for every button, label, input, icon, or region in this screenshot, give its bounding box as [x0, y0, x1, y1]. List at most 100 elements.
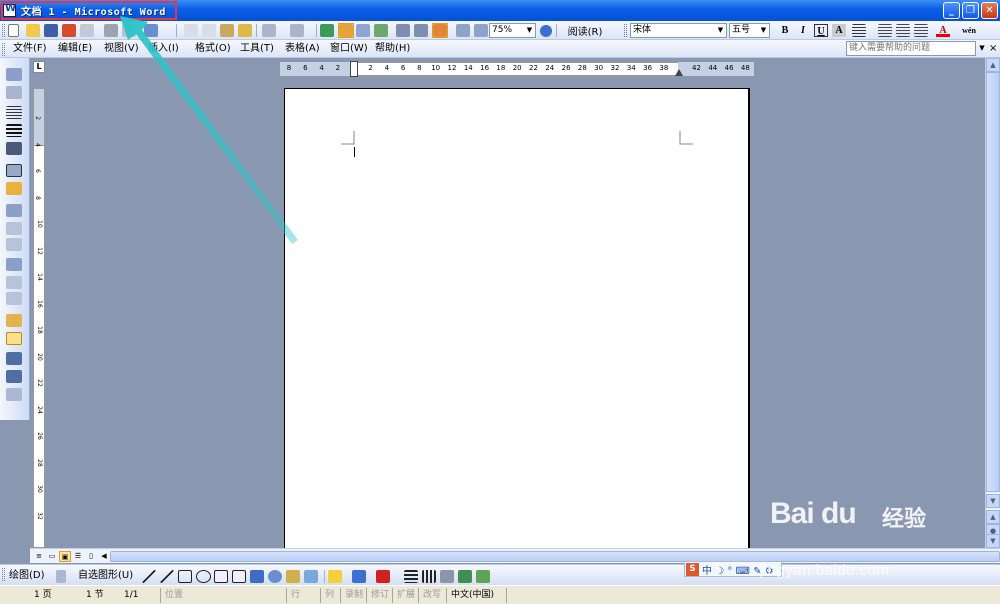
- read-mode-button[interactable]: 阅读(R): [560, 23, 610, 38]
- web-view-icon[interactable]: ▭: [46, 551, 58, 562]
- vertical-scrollbar[interactable]: ▲ ▼ ▲ ● ▼: [985, 58, 1000, 548]
- indent-marker[interactable]: [350, 61, 358, 77]
- menu-edit[interactable]: 编辑(E): [58, 42, 92, 56]
- scroll-left-icon[interactable]: ◀: [98, 551, 110, 562]
- email-icon[interactable]: [80, 23, 94, 38]
- outline-view-icon[interactable]: ☰: [72, 551, 84, 562]
- fill-color-icon[interactable]: [328, 569, 342, 584]
- help-search-input[interactable]: 键入需要帮助的问题: [846, 41, 976, 56]
- menu-window[interactable]: 窗口(W): [330, 42, 368, 56]
- print-preview-icon[interactable]: [122, 23, 136, 38]
- line-color-icon[interactable]: [352, 569, 366, 584]
- picture-icon[interactable]: [304, 569, 318, 584]
- chevron-down-icon[interactable]: ▼: [977, 41, 987, 56]
- 3d-style-icon[interactable]: [476, 569, 490, 584]
- chevron-down-icon[interactable]: ▼: [759, 25, 768, 36]
- redo-icon[interactable]: [290, 23, 304, 38]
- line-style-icon[interactable]: [404, 569, 418, 584]
- align-cell-icon[interactable]: [6, 258, 22, 271]
- menubar-grip[interactable]: [2, 43, 5, 56]
- save-icon[interactable]: [44, 23, 58, 38]
- autoshapes-button[interactable]: 自选图形(U): [78, 569, 133, 582]
- arrow-icon[interactable]: [160, 569, 174, 584]
- copy-icon[interactable]: [202, 23, 216, 38]
- show-hide-icon[interactable]: [456, 23, 470, 38]
- shadow-style-icon[interactable]: [458, 569, 472, 584]
- normal-view-icon[interactable]: ≡: [33, 551, 45, 562]
- scroll-thumb[interactable]: [986, 72, 1000, 492]
- insert-table-icon[interactable]: [356, 23, 370, 38]
- chevron-down-icon[interactable]: ▼: [525, 25, 534, 36]
- pilcrow-icon[interactable]: [474, 23, 488, 38]
- sort-descending-icon[interactable]: [6, 370, 22, 383]
- print-layout-icon[interactable]: ▣: [59, 551, 71, 562]
- menu-file[interactable]: 文件(F): [13, 42, 47, 56]
- font-color-button[interactable]: A: [936, 24, 950, 37]
- drawing-icon[interactable]: [414, 23, 428, 38]
- document-close-button[interactable]: ×: [989, 40, 997, 58]
- cut-icon[interactable]: [184, 23, 198, 38]
- numbering-icon[interactable]: [878, 23, 892, 38]
- menu-help[interactable]: 帮助(H): [375, 42, 410, 56]
- new-document-icon[interactable]: [8, 23, 19, 38]
- document-map-icon[interactable]: [432, 23, 448, 38]
- document-page[interactable]: [284, 88, 750, 549]
- merge-cells-icon[interactable]: [6, 222, 22, 235]
- status-extend[interactable]: 扩展: [392, 588, 418, 603]
- undo-icon[interactable]: [262, 23, 276, 38]
- reading-layout-icon[interactable]: ▯: [85, 551, 97, 562]
- vertical-ruler[interactable]: [33, 88, 45, 548]
- dash-style-icon[interactable]: [422, 569, 436, 584]
- format-painter-icon[interactable]: [238, 23, 252, 38]
- horizontal-scroll-thumb[interactable]: [110, 551, 1000, 562]
- right-indent-marker[interactable]: [675, 69, 683, 76]
- font-name-select[interactable]: 宋体 ▼: [630, 23, 727, 38]
- status-overtype[interactable]: 改写: [418, 588, 444, 603]
- close-button[interactable]: ✕: [981, 2, 998, 19]
- toolbar-grip[interactable]: [2, 568, 5, 581]
- previous-page-icon[interactable]: ▲: [986, 510, 1000, 524]
- clip-art-icon[interactable]: [286, 569, 300, 584]
- restore-button[interactable]: ❐: [962, 2, 979, 19]
- scroll-up-icon[interactable]: ▲: [986, 58, 1000, 72]
- diagram-icon[interactable]: [268, 569, 282, 584]
- text-box-icon[interactable]: [214, 569, 228, 584]
- underline-button[interactable]: U: [814, 24, 828, 37]
- oval-icon[interactable]: [196, 569, 211, 584]
- insert-table-icon[interactable]: [6, 204, 22, 217]
- insert-excel-icon[interactable]: [374, 23, 388, 38]
- status-language[interactable]: 中文(中国): [446, 588, 504, 603]
- vertical-text-box-icon[interactable]: [232, 569, 246, 584]
- menu-table[interactable]: 表格(A): [285, 42, 320, 56]
- autosum-icon[interactable]: [6, 388, 22, 401]
- toolbar-grip[interactable]: [624, 24, 627, 37]
- draw-menu-button[interactable]: 绘图(D): [9, 569, 45, 582]
- line-weight-icon[interactable]: [6, 124, 22, 137]
- tables-borders-icon[interactable]: [338, 23, 354, 38]
- distribute-rows-icon[interactable]: [6, 276, 22, 289]
- tab-selector[interactable]: L: [33, 61, 45, 73]
- menu-insert[interactable]: 插入(I): [148, 42, 179, 56]
- shading-color-icon[interactable]: [6, 182, 22, 195]
- status-track-changes[interactable]: 修订: [366, 588, 392, 603]
- select-objects-icon[interactable]: [56, 569, 66, 584]
- italic-button[interactable]: I: [796, 24, 810, 37]
- menu-view[interactable]: 视图(V): [104, 42, 139, 56]
- print-icon[interactable]: [104, 23, 118, 38]
- line-icon[interactable]: [142, 569, 156, 584]
- character-shading-button[interactable]: A: [832, 24, 846, 37]
- distribute-columns-icon[interactable]: [6, 292, 22, 305]
- draw-table-icon[interactable]: [6, 68, 22, 81]
- menu-tools[interactable]: 工具(T): [240, 42, 274, 56]
- toolbar-grip[interactable]: [2, 24, 5, 37]
- menu-format[interactable]: 格式(O): [195, 42, 231, 56]
- help-icon[interactable]: [540, 23, 552, 38]
- border-color-icon[interactable]: [6, 142, 22, 155]
- show-gridlines-icon[interactable]: [6, 332, 22, 345]
- next-page-icon[interactable]: ▼: [986, 534, 1000, 548]
- status-record[interactable]: 录制: [340, 588, 366, 603]
- rectangle-icon[interactable]: [178, 569, 192, 584]
- permission-icon[interactable]: [62, 23, 76, 38]
- arrow-style-icon[interactable]: [440, 569, 454, 584]
- font-size-select[interactable]: 五号 ▼: [729, 23, 770, 38]
